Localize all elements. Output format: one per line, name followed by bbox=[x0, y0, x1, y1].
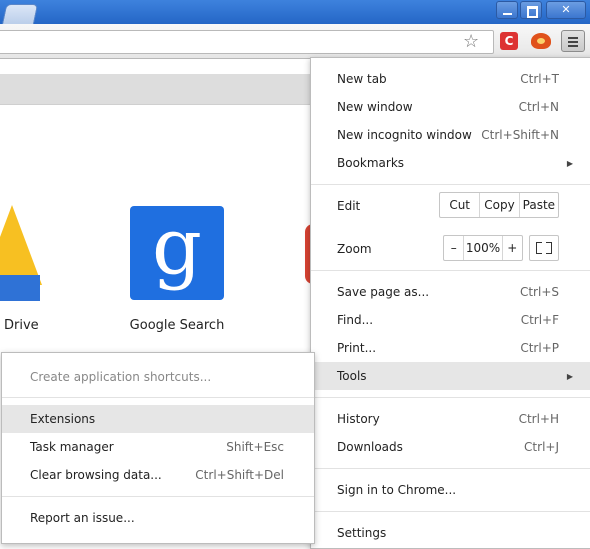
extension-c-icon[interactable]: C bbox=[500, 32, 518, 50]
menu-item-new-incognito[interactable]: New incognito window Ctrl+Shift+N bbox=[311, 121, 590, 149]
menu-separator bbox=[311, 397, 590, 398]
chrome-menu-button[interactable] bbox=[561, 30, 585, 52]
address-bar[interactable]: ☆ bbox=[0, 30, 494, 54]
menu-item-clear-browsing-data[interactable]: Clear browsing data... Ctrl+Shift+Del bbox=[2, 461, 314, 489]
menu-item-settings[interactable]: Settings bbox=[311, 519, 590, 547]
browser-toolbar: ☆ C bbox=[0, 24, 590, 59]
menu-item-bookmarks[interactable]: Bookmarks ▶ bbox=[311, 149, 590, 177]
menu-item-extensions[interactable]: Extensions bbox=[2, 405, 314, 433]
chrome-main-menu: New tab Ctrl+T New window Ctrl+N New inc… bbox=[310, 57, 590, 549]
extension-fox-icon[interactable] bbox=[531, 33, 551, 49]
menu-item-tools[interactable]: Tools ▶ bbox=[311, 362, 590, 390]
menu-item-find[interactable]: Find... Ctrl+F bbox=[311, 306, 590, 334]
menu-item-save-page[interactable]: Save page as... Ctrl+S bbox=[311, 278, 590, 306]
menu-item-new-window[interactable]: New window Ctrl+N bbox=[311, 93, 590, 121]
minimize-button[interactable] bbox=[496, 1, 518, 19]
restore-button[interactable] bbox=[520, 1, 542, 19]
edit-button-group: Cut Copy Paste bbox=[439, 192, 559, 218]
menu-item-report-issue[interactable]: Report an issue... bbox=[2, 504, 314, 532]
app-label-drive: Drive bbox=[4, 318, 39, 333]
copy-button[interactable]: Copy bbox=[480, 193, 520, 217]
tools-submenu: Create application shortcuts... Extensio… bbox=[1, 352, 315, 544]
menu-item-print[interactable]: Print... Ctrl+P bbox=[311, 334, 590, 362]
menu-item-new-tab[interactable]: New tab Ctrl+T bbox=[311, 65, 590, 93]
bookmark-star-icon[interactable]: ☆ bbox=[463, 33, 479, 51]
content-header-strip bbox=[0, 74, 330, 105]
drive-icon bbox=[0, 205, 60, 301]
menu-separator bbox=[2, 397, 314, 398]
menu-separator bbox=[2, 496, 314, 497]
menu-separator bbox=[311, 511, 590, 512]
zoom-button-group: – 100% + bbox=[443, 235, 523, 261]
menu-item-task-manager[interactable]: Task manager Shift+Esc bbox=[2, 433, 314, 461]
hamburger-icon bbox=[568, 37, 578, 39]
paste-button[interactable]: Paste bbox=[520, 193, 558, 217]
cut-button[interactable]: Cut bbox=[440, 193, 481, 217]
google-search-icon: g bbox=[130, 206, 224, 300]
submenu-arrow-icon: ▶ bbox=[566, 159, 573, 168]
menu-item-create-shortcuts: Create application shortcuts... bbox=[30, 370, 212, 384]
zoom-in-button[interactable]: + bbox=[503, 236, 522, 260]
menu-item-history[interactable]: History Ctrl+H bbox=[311, 405, 590, 433]
menu-item-downloads[interactable]: Downloads Ctrl+J bbox=[311, 433, 590, 461]
menu-separator bbox=[311, 184, 590, 185]
menu-separator bbox=[311, 468, 590, 469]
zoom-out-button[interactable]: – bbox=[444, 236, 465, 260]
title-bar bbox=[0, 0, 590, 25]
fullscreen-button[interactable] bbox=[529, 235, 559, 261]
menu-separator bbox=[311, 270, 590, 271]
app-label-google-search: Google Search bbox=[129, 318, 225, 333]
close-window-button[interactable] bbox=[546, 1, 586, 19]
zoom-level: 100% bbox=[464, 236, 503, 260]
app-tile-drive[interactable]: Drive bbox=[0, 205, 60, 333]
submenu-arrow-icon: ▶ bbox=[566, 372, 573, 381]
browser-tab[interactable] bbox=[1, 4, 39, 25]
menu-item-sign-in[interactable]: Sign in to Chrome... bbox=[311, 476, 590, 504]
app-tile-google-search[interactable]: g Google Search bbox=[130, 206, 224, 333]
